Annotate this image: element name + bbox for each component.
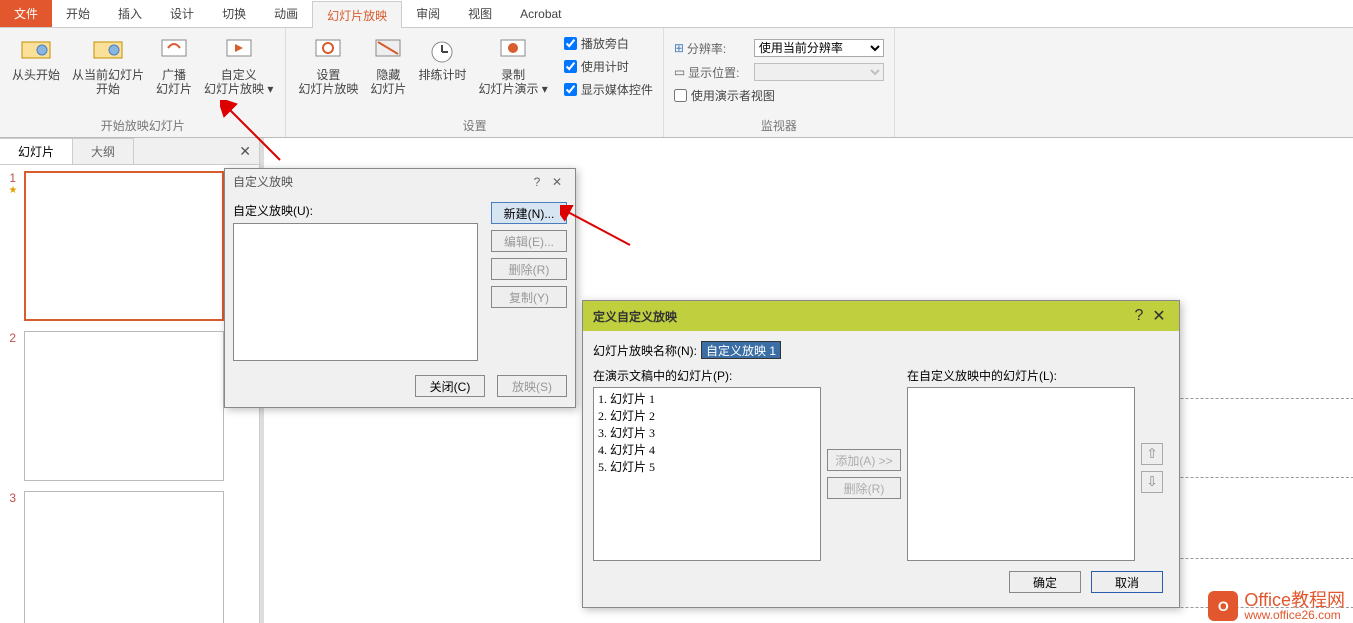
display-row: ▭显示位置: xyxy=(670,60,888,84)
list-item[interactable]: 5. 幻灯片 5 xyxy=(598,458,816,475)
menu-file[interactable]: 文件 xyxy=(0,0,52,27)
ok-button[interactable]: 确定 xyxy=(1009,571,1081,593)
list-item[interactable]: 2. 幻灯片 2 xyxy=(598,407,816,424)
menu-insert[interactable]: 插入 xyxy=(104,0,156,27)
group-label-start: 开始放映幻灯片 xyxy=(6,115,279,137)
dialog1-close-icon[interactable]: ✕ xyxy=(547,175,567,189)
broadcast-icon xyxy=(158,34,190,66)
new-button[interactable]: 新建(N)... xyxy=(491,202,567,224)
ribbon-group-setup: 设置 幻灯片放映 隐藏 幻灯片 排练计时 录制 幻灯片演示 ▾ 播放旁白 使用计… xyxy=(286,28,663,137)
display-icon: ▭ xyxy=(674,65,685,79)
from-current-button[interactable]: 从当前幻灯片 开始 xyxy=(66,32,150,115)
menu-acrobat[interactable]: Acrobat xyxy=(506,0,575,27)
menu-transition[interactable]: 切换 xyxy=(208,0,260,27)
menu-review[interactable]: 审阅 xyxy=(402,0,454,27)
broadcast-button[interactable]: 广播 幻灯片 xyxy=(150,32,198,115)
check-timing[interactable]: 使用计时 xyxy=(560,55,657,78)
check-presenter[interactable]: 使用演示者视图 xyxy=(670,84,888,107)
custom-show-dialog: 自定义放映 ? ✕ 自定义放映(U): 新建(N)... 编辑(E)... 删除… xyxy=(224,168,576,408)
name-input[interactable] xyxy=(701,341,781,359)
resolution-select[interactable]: 使用当前分辨率 xyxy=(754,39,884,57)
thumb-2-num: 2 xyxy=(6,331,20,345)
dialog1-listbox[interactable] xyxy=(233,223,478,361)
define-custom-show-dialog: 定义自定义放映 ? ✕ 幻灯片放映名称(N): 在演示文稿中的幻灯片(P): 1… xyxy=(582,300,1180,608)
group-label-monitor: 监视器 xyxy=(670,115,888,137)
group-label-setup: 设置 xyxy=(292,115,656,137)
custom-slideshow-button[interactable]: 自定义 幻灯片放映 ▾ xyxy=(198,32,279,115)
resolution-icon: ⊞ xyxy=(674,41,684,55)
record-icon xyxy=(497,34,529,66)
cancel-button[interactable]: 取消 xyxy=(1091,571,1163,593)
rehearse-button[interactable]: 排练计时 xyxy=(412,32,472,115)
slide-sidebar: 幻灯片 大纲 ✕ 1★ 2 3 xyxy=(0,138,260,623)
projector-icon xyxy=(92,34,124,66)
remove-button: 删除(R) xyxy=(827,477,901,499)
thumb-2[interactable] xyxy=(24,331,224,481)
watermark-logo-icon: O xyxy=(1208,591,1238,621)
display-select xyxy=(754,63,884,81)
menu-view[interactable]: 视图 xyxy=(454,0,506,27)
resolution-row: ⊞分辨率: 使用当前分辨率 xyxy=(670,36,888,60)
tab-slides[interactable]: 幻灯片 xyxy=(0,138,73,164)
custom-show-icon xyxy=(223,34,255,66)
projector-icon xyxy=(20,34,52,66)
menu-start[interactable]: 开始 xyxy=(52,0,104,27)
right-listbox[interactable] xyxy=(907,387,1135,561)
add-button: 添加(A) >> xyxy=(827,449,901,471)
name-label: 幻灯片放映名称(N): xyxy=(593,342,697,359)
ribbon-group-monitor: ⊞分辨率: 使用当前分辨率 ▭显示位置: 使用演示者视图 监视器 xyxy=(664,28,895,137)
dialog1-help-icon[interactable]: ? xyxy=(527,175,547,189)
ribbon-group-start: 从头开始 从当前幻灯片 开始 广播 幻灯片 自定义 幻灯片放映 ▾ 开始放映幻灯… xyxy=(0,28,286,137)
record-button[interactable]: 录制 幻灯片演示 ▾ xyxy=(472,32,553,115)
tab-outline[interactable]: 大纲 xyxy=(72,138,134,164)
watermark: O Office教程网 www.office26.com xyxy=(1208,591,1345,621)
left-listbox[interactable]: 1. 幻灯片 1 2. 幻灯片 2 3. 幻灯片 3 4. 幻灯片 4 5. 幻… xyxy=(593,387,821,561)
watermark-title: Office教程网 xyxy=(1244,591,1345,609)
list-item[interactable]: 3. 幻灯片 3 xyxy=(598,424,816,441)
animation-star-icon: ★ xyxy=(9,185,18,196)
menu-animation[interactable]: 动画 xyxy=(260,0,312,27)
from-beginning-button[interactable]: 从头开始 xyxy=(6,32,66,115)
dialog2-close-icon[interactable]: ✕ xyxy=(1149,306,1169,326)
move-down-button: ⇩ xyxy=(1141,471,1163,493)
list-item[interactable]: 4. 幻灯片 4 xyxy=(598,441,816,458)
dialog2-title: 定义自定义放映 xyxy=(593,308,677,325)
left-list-label: 在演示文稿中的幻灯片(P): xyxy=(593,367,821,384)
edit-button: 编辑(E)... xyxy=(491,230,567,252)
watermark-url: www.office26.com xyxy=(1244,609,1345,621)
check-media[interactable]: 显示媒体控件 xyxy=(560,78,657,101)
check-narration[interactable]: 播放旁白 xyxy=(560,32,657,55)
hide-slide-button[interactable]: 隐藏 幻灯片 xyxy=(364,32,412,115)
dialog1-show-button: 放映(S) xyxy=(497,375,567,397)
setup-icon xyxy=(312,34,344,66)
copy-button: 复制(Y) xyxy=(491,286,567,308)
move-up-button: ⇧ xyxy=(1141,443,1163,465)
thumb-1[interactable] xyxy=(24,171,224,321)
dialog1-title: 自定义放映 xyxy=(233,173,293,190)
thumb-3-num: 3 xyxy=(6,491,20,505)
list-item[interactable]: 1. 幻灯片 1 xyxy=(598,390,816,407)
setup-button[interactable]: 设置 幻灯片放映 xyxy=(292,32,364,115)
dialog2-help-icon[interactable]: ? xyxy=(1129,307,1149,325)
thumb-1-num: 1 xyxy=(6,171,20,185)
right-list-label: 在自定义放映中的幻灯片(L): xyxy=(907,367,1135,384)
menu-slideshow[interactable]: 幻灯片放映 xyxy=(312,1,402,28)
thumb-3[interactable] xyxy=(24,491,224,623)
menu-bar: 文件 开始 插入 设计 切换 动画 幻灯片放映 审阅 视图 Acrobat xyxy=(0,0,1353,28)
delete-button: 删除(R) xyxy=(491,258,567,280)
ribbon: 从头开始 从当前幻灯片 开始 广播 幻灯片 自定义 幻灯片放映 ▾ 开始放映幻灯… xyxy=(0,28,1353,138)
menu-design[interactable]: 设计 xyxy=(156,0,208,27)
dialog1-list-label: 自定义放映(U): xyxy=(233,202,481,219)
hide-icon xyxy=(372,34,404,66)
dialog1-close-button[interactable]: 关闭(C) xyxy=(415,375,485,397)
sidebar-close-icon[interactable]: ✕ xyxy=(231,143,259,160)
timer-icon xyxy=(426,34,458,66)
